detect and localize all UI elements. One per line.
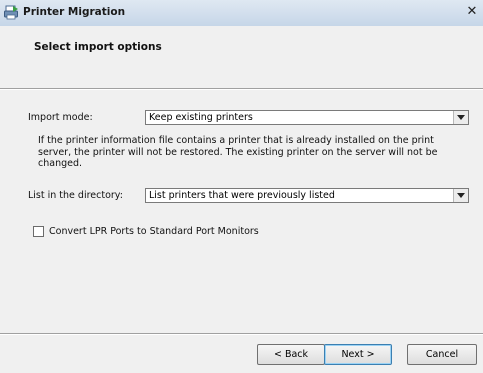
convert-lpr-checkbox[interactable] xyxy=(33,226,44,237)
wizard-header: Select import options xyxy=(0,26,483,88)
close-icon[interactable]: ✕ xyxy=(461,1,483,23)
header-divider xyxy=(0,88,483,90)
import-mode-label: Import mode: xyxy=(28,112,93,123)
directory-dropdown[interactable]: List printers that were previously liste… xyxy=(145,188,469,203)
convert-lpr-label[interactable]: Convert LPR Ports to Standard Port Monit… xyxy=(49,226,259,237)
import-mode-description: If the printer information file contains… xyxy=(38,135,438,169)
next-button[interactable]: Next > xyxy=(324,344,392,365)
printer-migration-icon xyxy=(4,5,19,20)
chevron-down-icon[interactable] xyxy=(453,189,468,202)
import-mode-value: Keep existing printers xyxy=(149,112,253,123)
window-title: Printer Migration xyxy=(23,6,126,18)
directory-value: List printers that were previously liste… xyxy=(149,190,335,201)
directory-label: List in the directory: xyxy=(28,190,123,201)
import-mode-dropdown[interactable]: Keep existing printers xyxy=(145,110,469,125)
footer-divider xyxy=(0,333,483,335)
back-button[interactable]: < Back xyxy=(257,344,325,365)
page-heading: Select import options xyxy=(34,41,162,53)
cancel-button[interactable]: Cancel xyxy=(407,344,477,365)
chevron-down-icon[interactable] xyxy=(453,111,468,124)
title-bar: Printer Migration ✕ xyxy=(0,0,483,26)
printer-migration-window: Printer Migration ✕ Select import option… xyxy=(0,0,483,373)
